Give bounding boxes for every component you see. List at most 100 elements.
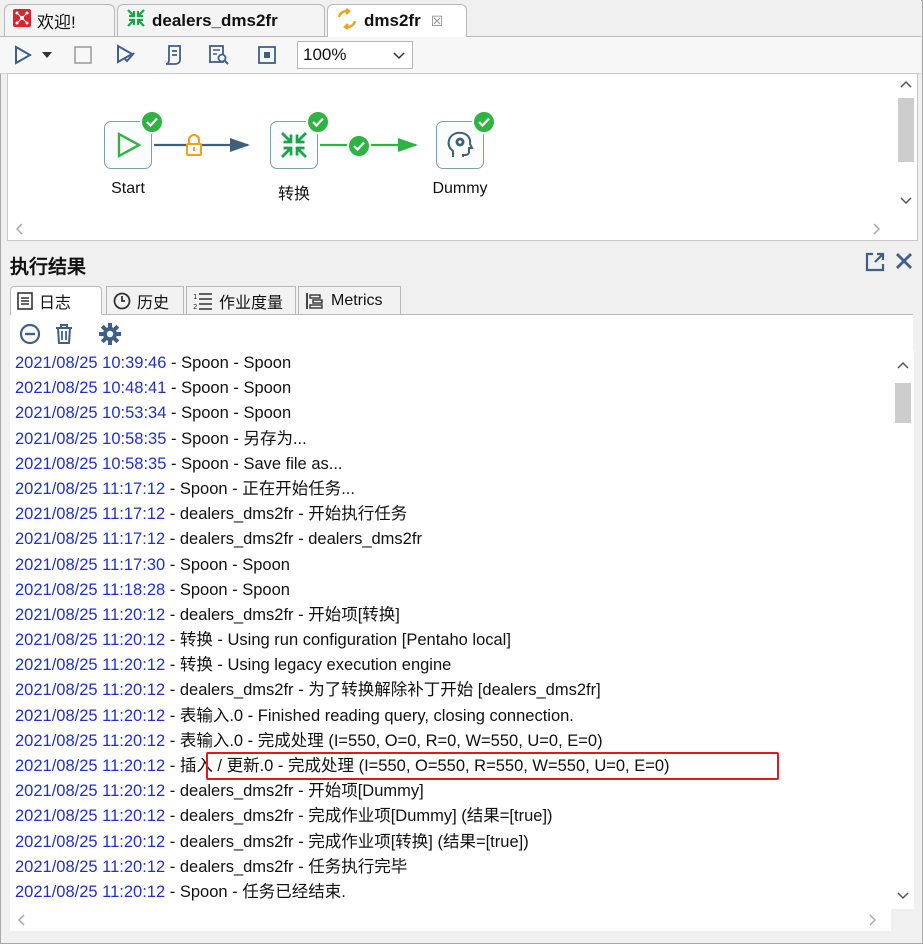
log-timestamp: 2021/08/25 11:17:12 — [15, 505, 166, 524]
log-settings-button[interactable] — [98, 322, 122, 346]
align-button[interactable] — [254, 42, 280, 68]
tab-dealers-dms2fr[interactable]: dealers_dms2fr — [117, 4, 325, 36]
log-line: 2021/08/25 11:20:12 - Spoon - 任务已经结束. — [10, 880, 913, 905]
job-canvas[interactable]: Start 转换 Dummy — [7, 73, 918, 241]
log-message: - dealers_dms2fr - dealers_dms2fr — [165, 530, 422, 549]
log-timestamp: 2021/08/25 11:17:12 — [15, 530, 166, 549]
scroll-down-icon[interactable] — [900, 194, 912, 209]
success-icon — [472, 110, 496, 134]
log-horizontal-scrollbar[interactable] — [10, 909, 891, 931]
log-message: - 插入 / 更新.0 - 完成处理 (I=550, O=550, R=550,… — [165, 757, 670, 775]
scroll-thumb[interactable] — [895, 383, 911, 423]
log-timestamp: 2021/08/25 11:20:12 — [15, 857, 166, 876]
scroll-left-icon[interactable] — [16, 914, 26, 929]
head-gear-icon — [447, 131, 474, 157]
tab-metrics[interactable]: Metrics — [298, 286, 401, 314]
zoom-select[interactable]: 100% — [297, 41, 413, 69]
job-toolbar: 100% — [0, 37, 921, 74]
results-tab-bar: 日志 历史 12 作业度量 Metrics — [10, 286, 913, 315]
tab-dms2fr[interactable]: dms2fr ☒ — [327, 4, 467, 37]
log-line: 2021/08/25 10:58:35 - Spoon - Save file … — [10, 452, 913, 477]
clock-icon — [113, 292, 131, 309]
log-timestamp: 2021/08/25 11:20:12 — [15, 656, 166, 675]
tab-dms2fr-label: dms2fr — [364, 11, 421, 30]
log-line: 2021/08/25 11:17:12 - Spoon - 正在开始任务... — [10, 477, 913, 502]
hop-success-icon — [347, 134, 371, 158]
job-icon — [336, 7, 358, 35]
panel-title: 执行结果 — [10, 257, 87, 278]
log-message: - 转换 - Using legacy execution engine — [165, 656, 452, 675]
run-options-button[interactable] — [40, 42, 54, 68]
scroll-left-icon[interactable] — [14, 223, 24, 238]
scroll-right-icon[interactable] — [872, 223, 882, 238]
log-message: - dealers_dms2fr - 开始项[转换] — [165, 605, 400, 624]
log-line: 2021/08/25 11:20:12 - 表输入.0 - Finished r… — [10, 704, 913, 729]
chevron-down-icon — [42, 52, 52, 58]
log-timestamp: 2021/08/25 11:20:12 — [15, 631, 166, 650]
check-button[interactable] — [113, 42, 139, 68]
stop-button[interactable] — [70, 42, 96, 68]
log-vertical-scrollbar[interactable] — [892, 351, 914, 909]
stop-icon — [74, 46, 92, 64]
sql-button[interactable] — [160, 42, 186, 68]
trash-icon — [56, 324, 72, 344]
node-label: 转换 — [277, 186, 310, 203]
play-icon — [15, 45, 33, 65]
log-line: 2021/08/25 11:20:12 - dealers_dms2fr - 完… — [10, 804, 913, 829]
log-timestamp: 2021/08/25 11:17:30 — [15, 555, 166, 574]
log-timestamp: 2021/08/25 10:53:34 — [15, 404, 167, 423]
scroll-up-icon[interactable] — [900, 77, 912, 92]
log-timestamp: 2021/08/25 11:20:12 — [15, 706, 166, 725]
delete-log-button[interactable] — [52, 322, 76, 346]
log-line: 2021/08/25 11:17:12 - dealers_dms2fr - 开… — [10, 502, 913, 527]
log-line: 2021/08/25 11:20:12 - dealers_dms2fr - 开… — [10, 779, 913, 804]
clear-log-button[interactable] — [18, 322, 42, 346]
log-message: - Spoon - Spoon — [166, 354, 292, 372]
log-line: 2021/08/25 11:20:12 - 转换 - Using run con… — [10, 628, 913, 653]
log-text-area[interactable]: 2021/08/25 10:39:46 - Spoon - Spoon 2021/… — [10, 351, 913, 909]
scroll-right-icon[interactable] — [868, 914, 878, 929]
log-message: - Spoon - Spoon — [166, 379, 292, 398]
run-button[interactable] — [10, 42, 36, 68]
script-icon — [165, 45, 181, 65]
log-line: 2021/08/25 11:20:12 - dealers_dms2fr - 为… — [10, 678, 913, 703]
svg-text:1: 1 — [193, 293, 197, 301]
scroll-thumb[interactable] — [898, 98, 914, 162]
tab-welcome[interactable]: 欢迎! — [4, 4, 115, 36]
tab-log[interactable]: 日志 — [10, 286, 102, 315]
log-line: 2021/08/25 11:20:12 - 插入 / 更新.0 - 完成处理 (… — [10, 754, 913, 779]
hop-arrow-2 — [398, 138, 418, 152]
chevron-down-icon — [393, 52, 405, 60]
tab-job-metrics[interactable]: 12 作业度量 — [186, 286, 296, 314]
log-line: 2021/08/25 11:20:12 - dealers_dms2fr - 开… — [10, 603, 913, 628]
explore-db-button[interactable] — [206, 42, 232, 68]
tab-history[interactable]: 历史 — [106, 286, 184, 314]
log-line: 2021/08/25 11:20:12 - 转换 - Using legacy … — [10, 653, 913, 678]
lock-icon — [185, 133, 203, 160]
success-icon — [140, 110, 164, 134]
grid-snap-icon — [258, 46, 276, 64]
log-message: - Spoon - Save file as... — [166, 454, 343, 473]
log-timestamp: 2021/08/25 11:17:12 — [15, 479, 166, 498]
canvas-vertical-scrollbar[interactable] — [895, 74, 917, 216]
transformation-icon — [126, 8, 146, 33]
log-timestamp: 2021/08/25 11:20:12 — [15, 882, 166, 901]
log-timestamp: 2021/08/25 11:20:12 — [15, 605, 166, 624]
log-message: - dealers_dms2fr - 开始执行任务 — [165, 505, 408, 524]
scroll-down-icon[interactable] — [897, 889, 909, 904]
svg-text:2: 2 — [193, 303, 197, 311]
tab-metrics-label: Metrics — [331, 291, 383, 309]
log-message: - dealers_dms2fr - 开始项[Dummy] — [165, 782, 424, 801]
log-line: 2021/08/25 10:48:41 - Spoon - Spoon — [10, 376, 913, 401]
log-timestamp: 2021/08/25 11:20:12 — [15, 782, 166, 801]
canvas-horizontal-scrollbar[interactable] — [8, 218, 894, 240]
tab-welcome-label: 欢迎! — [37, 13, 76, 32]
maximize-icon[interactable] — [863, 250, 887, 278]
log-timestamp: 2021/08/25 10:58:35 — [15, 429, 167, 448]
log-line: 2021/08/25 11:20:12 - 表输入.0 - 完成处理 (I=55… — [10, 729, 913, 754]
scroll-up-icon[interactable] — [897, 358, 909, 373]
tab-history-label: 历史 — [137, 294, 170, 312]
log-message: - 表输入.0 - 完成处理 (I=550, O=0, R=0, W=550, … — [165, 731, 603, 750]
close-icon[interactable] — [893, 250, 915, 278]
close-icon[interactable]: ☒ — [431, 13, 444, 30]
